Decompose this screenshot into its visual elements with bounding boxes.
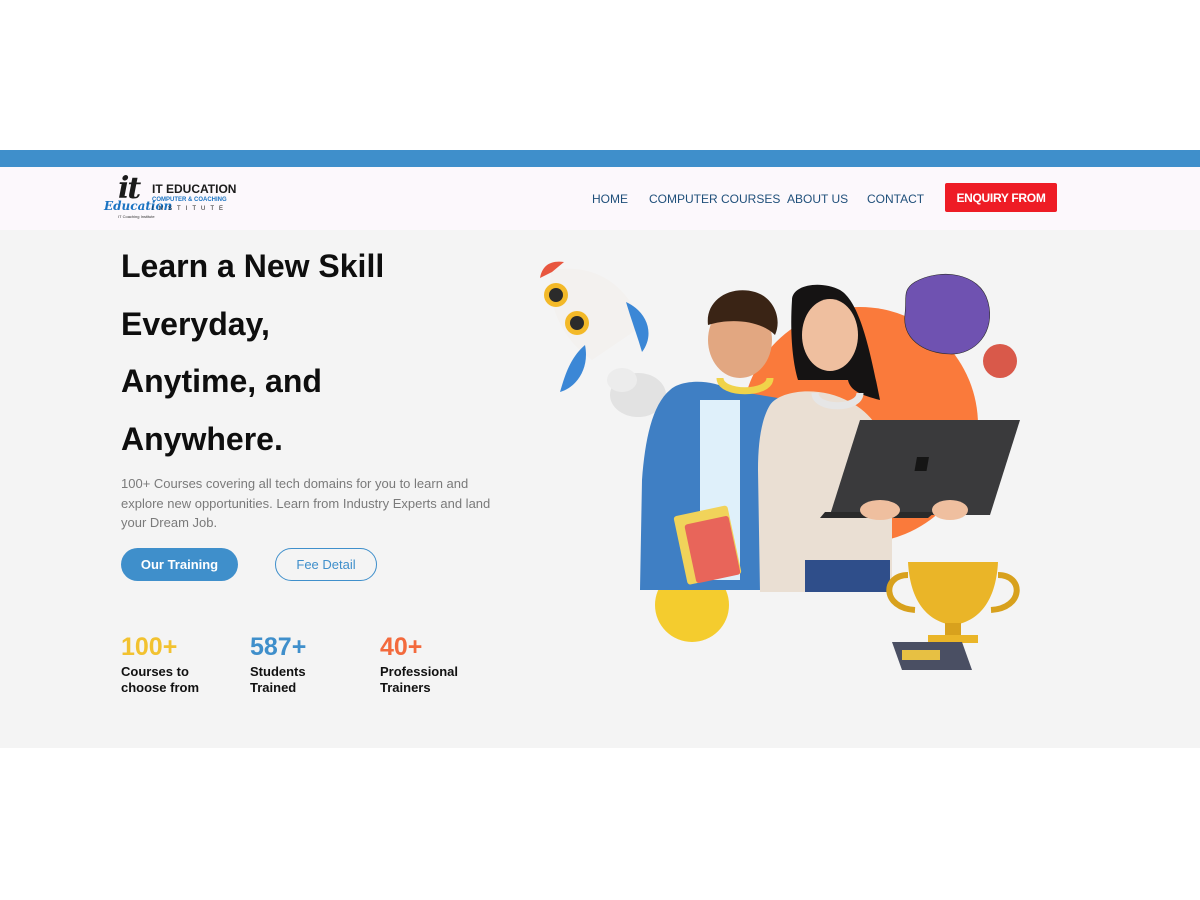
fee-detail-button[interactable]: Fee Detail	[275, 548, 377, 581]
headline-line: Anytime, and	[121, 363, 322, 399]
logo-mark: it Education IT Coaching Institute	[104, 171, 172, 221]
nav-home-wrap: HOME	[592, 167, 628, 230]
nav-computer-courses[interactable]: COMPUTER COURSES	[649, 192, 780, 206]
hero-headline: Learn a New Skill Everyday, Anytime, and…	[121, 238, 384, 468]
headline-line: Anywhere.	[121, 420, 283, 457]
nav-contact-wrap: CONTACT	[867, 167, 924, 230]
stat-value: 100+	[121, 633, 178, 661]
site-logo[interactable]: it Education IT Coaching Institute IT ED…	[104, 171, 254, 221]
nav-about-us[interactable]: ABOUT US	[787, 192, 848, 206]
nav-home[interactable]: HOME	[592, 192, 628, 206]
stat-value: 40+	[380, 633, 423, 661]
nav-about-wrap: ABOUT US	[787, 167, 848, 230]
nav-courses-wrap: COMPUTER COURSES	[649, 167, 780, 230]
purple-blob	[904, 274, 990, 355]
stat-label: Students Trained	[250, 664, 306, 695]
headline-line: Everyday,	[121, 305, 270, 342]
stat-courses: 100+ Courses to choose from	[121, 632, 231, 696]
stat-label: Courses to choose from	[121, 664, 200, 695]
headline-line: Learn a New Skill	[121, 248, 385, 284]
red-dot	[983, 344, 1017, 378]
navbar: it Education IT Coaching Institute IT ED…	[0, 167, 1200, 230]
stat-students: 587+ Students Trained	[250, 632, 330, 696]
rocket-icon	[540, 261, 666, 417]
trophy-icon	[886, 562, 1020, 670]
top-accent-bar	[0, 150, 1200, 167]
hero-section: Learn a New Skill Everyday, Anytime, and…	[0, 230, 1200, 748]
nav-contact[interactable]: CONTACT	[867, 192, 924, 206]
logo-institute: INSTITUTE	[152, 206, 228, 212]
stat-trainers: 40+ Professional Trainers	[380, 632, 480, 696]
logo-name: IT EDUCATION	[152, 182, 237, 196]
stat-value: 587+	[250, 633, 307, 661]
hero-description: 100+ Courses covering all tech domains f…	[121, 476, 491, 530]
hero-illustration	[540, 261, 1020, 670]
logo-subtitle: COMPUTER & COACHING	[152, 197, 227, 203]
enquiry-button[interactable]: ENQUIRY FROM	[945, 183, 1057, 212]
our-training-button[interactable]: Our Training	[121, 548, 238, 581]
logo-tagline: IT Coaching Institute	[118, 214, 155, 219]
stat-label: Professional Trainers	[380, 664, 459, 695]
